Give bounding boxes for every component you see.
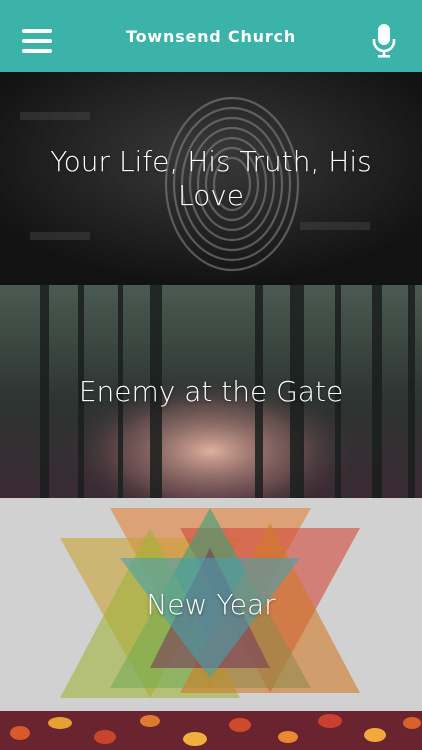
series-card-new-year[interactable]: New Year	[0, 498, 422, 711]
series-title: New Year	[146, 587, 276, 621]
series-card-your-life[interactable]: Your Life, His Truth, His Love	[0, 72, 422, 285]
hamburger-menu-icon[interactable]	[22, 29, 52, 53]
series-title: Enemy at the Gate	[78, 374, 344, 408]
leaves-background-image	[0, 711, 422, 750]
series-card-enemy-at-the-gate[interactable]: Enemy at the Gate	[0, 285, 422, 498]
series-card-autumn[interactable]	[0, 711, 422, 750]
series-title: Your Life, His Truth, His Love	[50, 144, 372, 212]
app-header: Townsend Church	[0, 0, 422, 72]
microphone-icon[interactable]	[372, 24, 396, 58]
app-title: Townsend Church	[125, 26, 297, 46]
